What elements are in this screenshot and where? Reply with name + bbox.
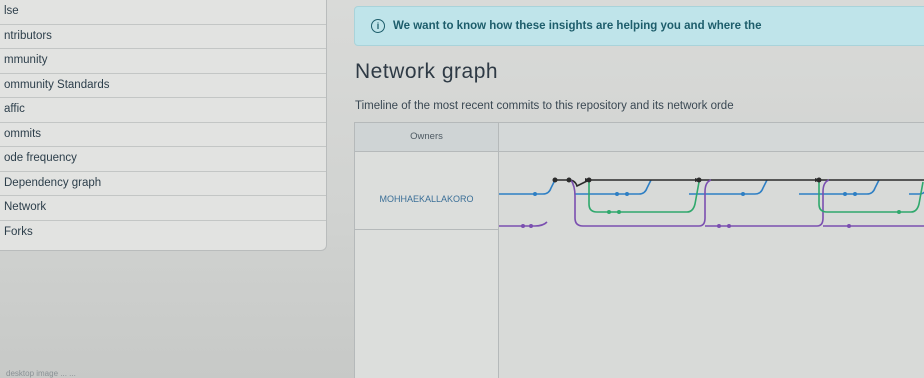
feedback-banner: i We want to know how these insights are… <box>354 6 924 46</box>
network-graph-panel[interactable]: Owners MOHHAEKALLAKORO <box>354 122 924 378</box>
branch-line-secondary <box>588 181 924 213</box>
branch-line-tertiary <box>499 179 924 227</box>
sidebar-item-contributors[interactable]: ntributors <box>0 25 326 49</box>
sidebar-item-traffic[interactable]: affic <box>0 98 326 123</box>
timeline-header <box>499 123 924 152</box>
sidebar-item-community-standards[interactable]: ommunity Standards <box>0 74 326 98</box>
branch-line-primary <box>499 179 924 195</box>
sidebar-item-community[interactable]: mmunity <box>0 49 326 74</box>
sidebar-item-forks[interactable]: Forks <box>0 221 326 245</box>
info-icon: i <box>371 19 385 33</box>
sidebar-item-network[interactable]: Network <box>0 196 326 221</box>
owners-column-header: Owners <box>355 123 499 152</box>
page: lse ntributors mmunity ommunity Standard… <box>0 0 924 378</box>
taskbar-text: desktop image ... ... <box>6 369 76 378</box>
insights-sidebar: lse ntributors mmunity ommunity Standard… <box>0 0 327 251</box>
sidebar-item-dependency-graph[interactable]: Dependency graph <box>0 172 326 196</box>
page-subtitle: Timeline of the most recent commits to t… <box>355 100 734 112</box>
sidebar-item-code-frequency[interactable]: ode frequency <box>0 147 326 172</box>
page-title: Network graph <box>355 60 499 83</box>
owners-column: MOHHAEKALLAKORO <box>355 152 499 378</box>
sidebar-item-commits[interactable]: ommits <box>0 123 326 147</box>
commit-dots[interactable] <box>521 177 924 229</box>
owner-name[interactable]: MOHHAEKALLAKORO <box>355 194 498 204</box>
sidebar-item-pulse[interactable]: lse <box>0 0 326 25</box>
feedback-banner-text: We want to know how these insights are h… <box>393 20 762 32</box>
owner-row: MOHHAEKALLAKORO <box>355 152 498 230</box>
branch-line-main <box>555 179 924 188</box>
network-graph-canvas[interactable] <box>499 152 924 378</box>
